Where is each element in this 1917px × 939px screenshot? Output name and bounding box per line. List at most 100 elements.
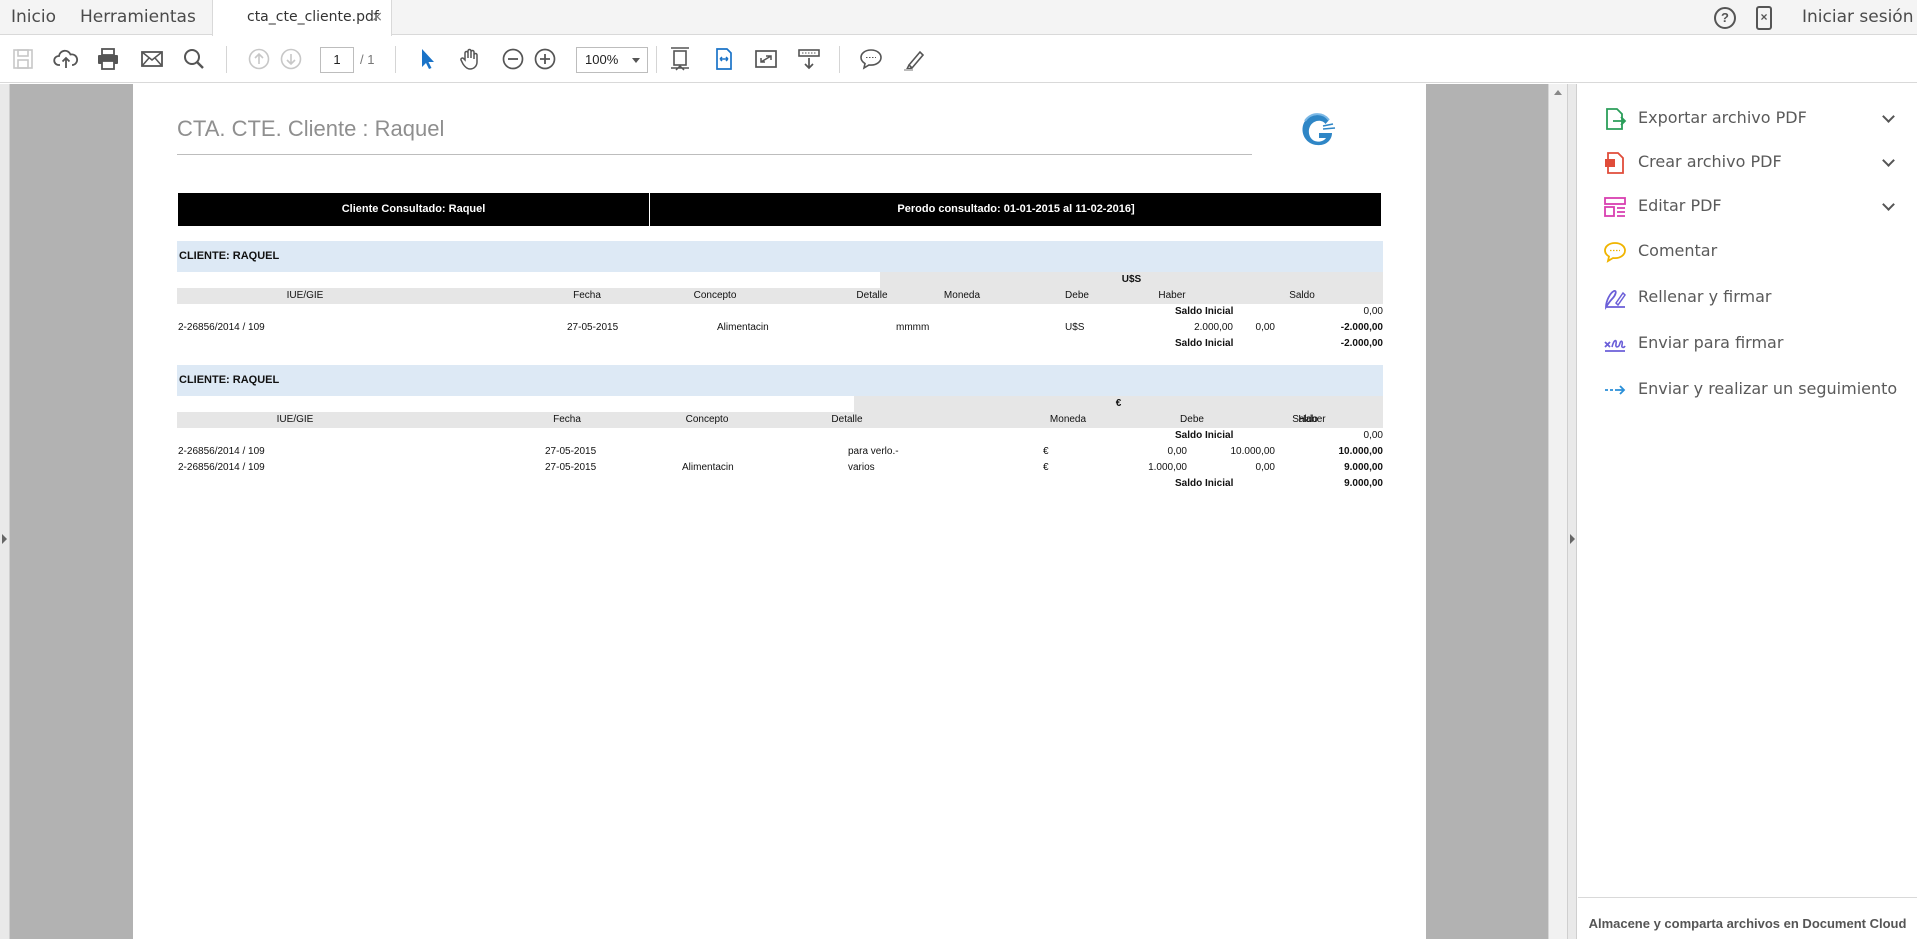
edit-pdf-icon: [1602, 194, 1628, 220]
col-debe: Debe: [1065, 290, 1089, 301]
zoom-in-icon[interactable]: [532, 46, 558, 72]
highlight-pen-icon[interactable]: [901, 46, 927, 72]
fill-sign-icon: [1602, 285, 1628, 311]
col-saldo: Saldo: [1292, 414, 1318, 425]
document-tab-label: cta_cte_cliente.pdf: [247, 9, 379, 25]
comment-icon[interactable]: [858, 46, 884, 72]
cell-concepto: Alimentacin: [682, 462, 734, 473]
mobile-link-icon[interactable]: ×: [1756, 6, 1772, 30]
fullscreen-icon[interactable]: [753, 46, 779, 72]
create-pdf-label: Crear archivo PDF: [1638, 152, 1782, 171]
send-sign-item[interactable]: Enviar para firmar: [1578, 323, 1917, 363]
zoom-value: 100%: [585, 52, 619, 67]
create-pdf-item[interactable]: Crear archivo PDF: [1578, 142, 1917, 182]
print-icon[interactable]: [95, 46, 121, 72]
tab-document[interactable]: cta_cte_cliente.pdf ×: [212, 0, 392, 36]
send-track-icon: [1602, 377, 1628, 403]
cell-saldo: -2.000,00: [1340, 322, 1383, 333]
sign-in-link[interactable]: Iniciar sesión: [1802, 0, 1913, 35]
tools-panel: Exportar archivo PDF Crear archivo PDF E…: [1578, 84, 1917, 939]
tab-herramientas[interactable]: Herramientas: [80, 0, 196, 35]
save-icon[interactable]: [10, 46, 36, 72]
tab-inicio[interactable]: Inicio: [11, 0, 56, 35]
closing-balance-label: Saldo Inicial: [1175, 338, 1234, 349]
closing-balance-label: Saldo Inicial: [1175, 478, 1234, 489]
export-pdf-label: Exportar archivo PDF: [1638, 108, 1807, 127]
col-concepto: Concepto: [685, 414, 729, 425]
select-arrow-icon[interactable]: [414, 46, 440, 72]
company-logo-icon: [1293, 106, 1341, 154]
scroll-up-icon[interactable]: [1554, 90, 1562, 95]
page-down-icon[interactable]: [278, 46, 304, 72]
opening-balance-row: Saldo Inicial 0,00: [177, 304, 1383, 320]
cell-detalle: varios: [848, 462, 875, 473]
zoom-select[interactable]: 100%: [576, 47, 648, 73]
chevron-down-icon[interactable]: [1882, 154, 1895, 167]
closing-balance-value: 9.000,00: [1344, 478, 1383, 489]
comment-label: Comentar: [1638, 241, 1718, 260]
edit-pdf-item[interactable]: Editar PDF: [1578, 186, 1917, 226]
cell-moneda: €: [1043, 462, 1049, 473]
zoom-out-icon[interactable]: [500, 46, 526, 72]
col-moneda: Moneda: [1049, 414, 1087, 425]
chevron-down-icon[interactable]: [1882, 110, 1895, 123]
currency-label: €: [854, 396, 1383, 412]
column-header-row: IUE/GIE Fecha Concepto Detalle Moneda De…: [177, 288, 1383, 304]
send-track-label: Enviar y realizar un seguimiento: [1638, 379, 1898, 398]
cell-iue: 2-26856/2014 / 109: [178, 446, 265, 457]
col-fecha: Fecha: [573, 290, 601, 301]
page-number-input[interactable]: 1: [320, 47, 354, 73]
read-mode-icon[interactable]: [796, 46, 822, 72]
toolbar-separator: [395, 46, 396, 73]
cell-concepto: Alimentacin: [717, 322, 769, 333]
edit-pdf-label: Editar PDF: [1638, 196, 1722, 215]
closing-balance-row: Saldo Inicial 9.000,00: [177, 476, 1383, 492]
chevron-down-icon[interactable]: [1882, 198, 1895, 211]
fill-sign-item[interactable]: Rellenar y firmar: [1578, 277, 1917, 317]
right-pane-toggle[interactable]: [1567, 84, 1577, 939]
close-tab-icon[interactable]: ×: [371, 0, 383, 35]
left-pane-toggle[interactable]: [0, 84, 10, 939]
create-pdf-icon: [1602, 150, 1628, 176]
col-iue: IUE/GIE: [276, 414, 314, 425]
col-fecha: Fecha: [553, 414, 581, 425]
consulted-period: Perodo consultado: 01-01-2015 al 11-02-2…: [897, 203, 1135, 215]
fill-sign-label: Rellenar y firmar: [1638, 287, 1772, 306]
comment-item[interactable]: Comentar: [1578, 231, 1917, 271]
col-moneda: Moneda: [943, 290, 981, 301]
opening-balance-label: Saldo Inicial: [1175, 306, 1234, 317]
column-header-row: IUE/GIE Fecha Concepto Detalle Moneda De…: [177, 412, 1383, 428]
table-row: 2-26856/2014 / 109 27-05-2015 Alimentaci…: [177, 460, 1383, 476]
fit-width-icon[interactable]: [711, 46, 737, 72]
cell-moneda: €: [1043, 446, 1049, 457]
vertical-scrollbar[interactable]: [1548, 84, 1567, 939]
cell-haber: 0,00: [1255, 322, 1275, 333]
upload-cloud-icon[interactable]: [53, 46, 79, 72]
consulted-client: Cliente Consultado: Raquel: [178, 193, 650, 226]
cell-debe: 0,00: [1167, 446, 1187, 457]
chevron-right-icon: [1570, 534, 1575, 544]
col-haber: Haber: [1158, 290, 1186, 301]
closing-balance-value: -2.000,00: [1340, 338, 1383, 349]
send-track-item[interactable]: Enviar y realizar un seguimiento: [1578, 369, 1917, 409]
col-saldo: Saldo: [1289, 290, 1315, 301]
search-icon[interactable]: [181, 46, 207, 72]
cell-haber: 0,00: [1255, 462, 1275, 473]
page-up-icon[interactable]: [246, 46, 272, 72]
hand-icon[interactable]: [457, 46, 483, 72]
fit-page-icon[interactable]: [667, 46, 693, 72]
export-pdf-icon: [1602, 106, 1628, 132]
cell-haber: 10.000,00: [1230, 446, 1276, 457]
export-pdf-item[interactable]: Exportar archivo PDF: [1578, 98, 1917, 138]
report-header-bar: Cliente Consultado: Raquel Perodo consul…: [178, 193, 1381, 226]
page-title: CTA. CTE. Cliente : Raquel: [177, 116, 445, 141]
email-icon[interactable]: [139, 46, 165, 72]
table-row: 2-26856/2014 / 109 27-05-2015 Alimentaci…: [177, 320, 1383, 336]
cell-iue: 2-26856/2014 / 109: [178, 322, 265, 333]
cell-fecha: 27-05-2015: [545, 446, 597, 457]
cell-detalle: mmmm: [896, 322, 930, 333]
send-sign-icon: [1602, 331, 1628, 357]
opening-balance-value: 0,00: [1363, 306, 1383, 317]
col-debe: Debe: [1180, 414, 1204, 425]
help-icon[interactable]: ?: [1714, 7, 1736, 29]
